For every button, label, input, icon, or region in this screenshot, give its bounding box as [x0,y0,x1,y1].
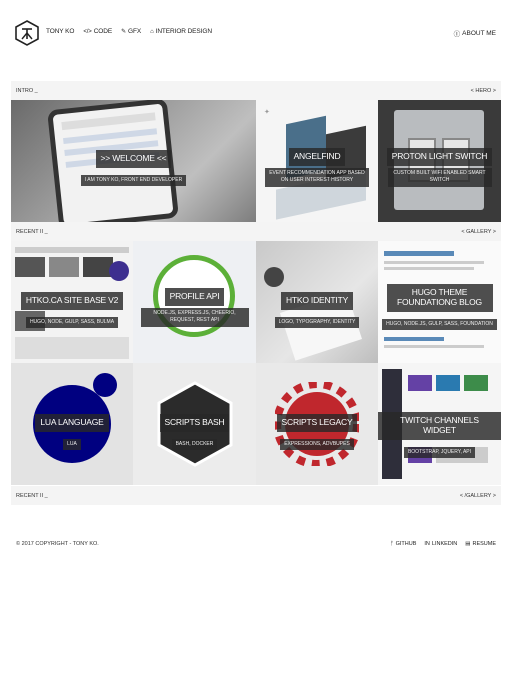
about-me-link[interactable]: ⓘ ABOUT ME [453,28,496,39]
section-bar-intro: INTRO _ < HERO > [11,81,501,100]
link-label: GITHUB [395,541,417,547]
tile-subtitle: NODE.JS, EXPRESS.JS, CHEERIO, REQUEST, R… [140,307,249,327]
gallery-tile-scripts-bash[interactable]: SCRIPTS BASH BASH, DOCKER [133,363,256,485]
linkedin-link[interactable]: in LINKEDIN [424,541,457,547]
tile-subtitle: BOOTSTRAP, JQUERY, API [403,446,476,459]
tile-title: SCRIPTS LEGACY [276,414,358,432]
gallery-tile-htko-identity[interactable]: HTKO IDENTITY LOGO, TYPOGRAPHY, IDENTITY [256,241,378,363]
tile-caption: LUA LANGUAGE LUA [11,412,133,451]
tile-title: HUGO THEME FOUNDATIONG BLOG [386,284,493,312]
tile-title: >> WELCOME << [95,150,172,168]
tile-title: HTKO IDENTITY [280,292,354,310]
blog-title-mockup [384,251,454,256]
brand-link[interactable]: TONY KO [46,28,74,35]
tile-caption: TWITCH CHANNELS WIDGET BOOTSTRAP, JQUERY… [378,412,501,459]
tile-caption: SCRIPTS BASH BASH, DOCKER [133,412,256,451]
section-tag: < GALLERY > [461,229,496,235]
thumb-row [15,337,129,359]
tile-subtitle: I AM TONY KO, FRONT END DEVELOPER [80,174,187,187]
tile-title: HTKO.CA SITE BASE V2 [20,292,124,310]
tile-subtitle: CUSTOM BUILT WIFI ENABLED SMART SWITCH [387,167,492,187]
lua-badge-icon [109,261,129,281]
code-icon: </> [83,28,92,35]
info-circle-icon: ⓘ [453,31,461,38]
tile-title: TWITCH CHANNELS WIDGET [378,412,501,440]
site-header-mockup [15,247,129,253]
footer-links: ᚠ GITHUB in LINKEDIN ▤ RESUME [390,541,496,547]
tile-caption: ANGELFIND EVENT RECOMMENDATION APP BASED… [256,146,378,187]
section-label: RECENT II _ [16,493,48,499]
angelfind-logo: ✦ [264,109,270,116]
identity-logo-icon [264,267,284,287]
gallery-tile-lua[interactable]: LUA LANGUAGE LUA [11,363,133,485]
copyright: © 2017 COPYRIGHT - TONY KO. [16,541,99,547]
thumb [464,375,488,391]
tile-title: LUA LANGUAGE [35,414,109,432]
gallery-tile-twitch[interactable]: TWITCH CHANNELS WIDGET BOOTSTRAP, JQUERY… [378,363,501,485]
tile-subtitle: HUGO, NODE, GULP, SASS, BULMA [25,316,119,329]
tile-caption: HTKO IDENTITY LOGO, TYPOGRAPHY, IDENTITY [256,290,378,329]
tile-caption: SCRIPTS LEGACY EXPRESSIONS, ADVBUPES [256,412,378,451]
line-mockup [384,261,484,264]
nav-label: CODE [93,28,113,35]
tile-title: PROTON LIGHT SWITCH [386,148,493,166]
nav-label: GFX [128,28,142,35]
thumb [408,375,432,391]
section-label: INTRO _ [16,88,38,94]
site-header: TONY KO </> CODE ✎ GFX ⌂ INTERIOR DESIGN ⓘ … [0,0,512,66]
lua-moon-icon [93,373,117,397]
gallery-tile-hugo-blog[interactable]: HUGO THEME FOUNDATIONG BLOG HUGO, NODE.J… [378,241,501,363]
tile-subtitle: HUGO, NODE.JS, GULP, SASS, FOUNDATION [382,318,497,331]
main-nav: TONY KO </> CODE ✎ GFX ⌂ INTERIOR DESIGN [46,28,212,35]
thumb [49,257,79,277]
line-mockup [384,267,474,270]
nav-label: INTERIOR DESIGN [155,28,212,35]
link-label: RESUME [472,541,496,547]
tile-subtitle: LOGO, TYPOGRAPHY, IDENTITY [274,316,360,329]
nav-item-gfx[interactable]: ✎ GFX [121,28,141,35]
line-mockup [384,337,444,341]
gallery-tile-htko-site[interactable]: HTKO.CA SITE BASE V2 HUGO, NODE, GULP, S… [11,241,133,363]
tile-caption: >> WELCOME << I AM TONY KO, FRONT END DE… [11,148,256,187]
section-tag: < HERO > [470,88,496,94]
line-mockup [384,345,484,348]
nav-item-code[interactable]: </> CODE [83,28,112,35]
tile-title: PROFILE API [164,288,225,306]
tile-caption: PROFILE API NODE.JS, EXPRESS.JS, CHEERIO… [133,286,256,327]
resume-link[interactable]: ▤ RESUME [465,541,496,547]
nav-item-interior-design[interactable]: ⌂ INTERIOR DESIGN [150,28,212,35]
resume-icon: ▤ [465,541,471,547]
brush-icon: ✎ [121,29,127,35]
tile-subtitle: EXPRESSIONS, ADVBUPES [280,438,354,451]
link-label: LINKEDIN [431,541,458,547]
linkedin-icon: in [424,541,430,547]
gallery-tile-profile-api[interactable]: PROFILE API NODE.JS, EXPRESS.JS, CHEERIO… [133,241,256,363]
tile-subtitle: LUA [63,438,81,451]
logo-icon[interactable] [15,20,39,46]
section-bar-recent: RECENT II _ < GALLERY > [11,222,501,241]
tile-caption: HUGO THEME FOUNDATIONG BLOG HUGO, NODE.J… [378,284,501,331]
tile-title: SCRIPTS BASH [159,414,230,432]
tile-caption: PROTON LIGHT SWITCH CUSTOM BUILT WIFI EN… [378,146,501,187]
section-label: RECENT II _ [16,229,48,235]
tile-title: ANGELFIND [288,148,346,166]
section-bar-recent-end: RECENT II _ < /GALLERY > [11,486,501,505]
thumb [436,375,460,391]
tile-subtitle: BASH, DOCKER [171,438,218,451]
building-icon: ⌂ [150,28,154,35]
tile-caption: HTKO.CA SITE BASE V2 HUGO, NODE, GULP, S… [11,290,133,329]
gallery-tile-scripts-legacy[interactable]: SCRIPTS LEGACY EXPRESSIONS, ADVBUPES [256,363,378,485]
about-label: ABOUT ME [462,29,496,37]
hero-tile-angelfind[interactable]: ✦ ANGELFIND EVENT RECOMMENDATION APP BAS… [256,100,378,222]
github-icon: ᚠ [390,541,394,547]
section-tag: < /GALLERY > [459,493,496,499]
hero-tile-proton[interactable]: PROTON LIGHT SWITCH CUSTOM BUILT WIFI EN… [378,100,501,222]
tile-subtitle: EVENT RECOMMENDATION APP BASED ON USER I… [265,167,369,187]
thumb [15,257,45,277]
hero-tile-welcome[interactable]: >> WELCOME << I AM TONY KO, FRONT END DE… [11,100,256,222]
github-link[interactable]: ᚠ GITHUB [390,541,416,547]
